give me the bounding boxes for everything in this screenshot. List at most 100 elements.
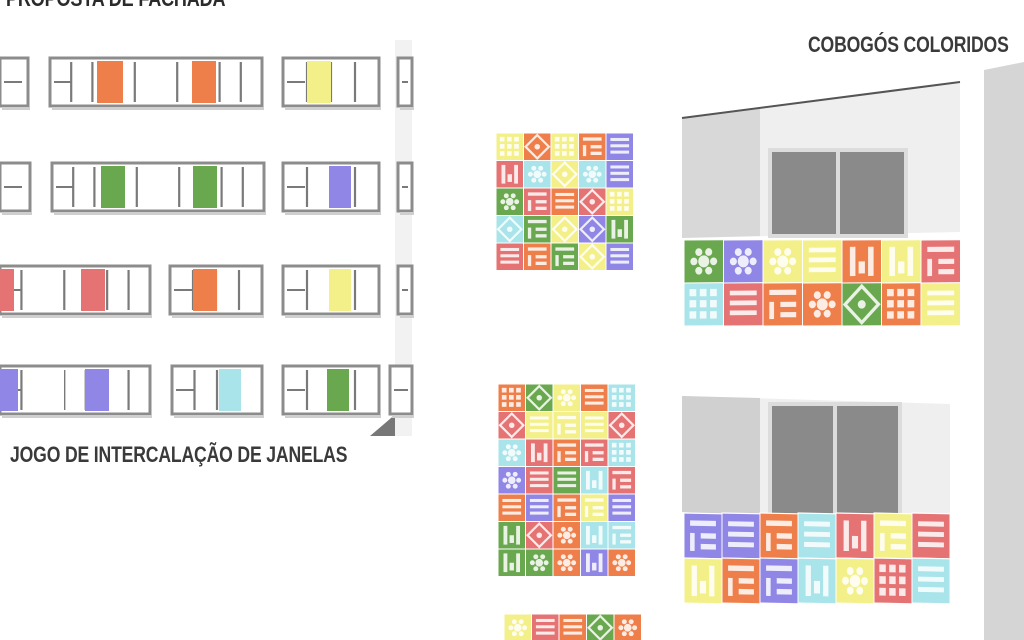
cobogo-tile-wrap bbox=[841, 239, 882, 284]
cobogo-hole bbox=[927, 300, 955, 306]
cobogo-hole bbox=[738, 578, 754, 584]
cobogo-hole bbox=[749, 257, 757, 266]
cobogo-tile bbox=[683, 282, 724, 327]
cobogo-hole bbox=[586, 553, 590, 573]
cobogo-hole bbox=[499, 144, 505, 149]
cobogo-hole bbox=[535, 618, 555, 622]
cobogo-tile bbox=[721, 512, 761, 560]
cobogo-hole bbox=[710, 300, 717, 308]
cobogo-hole bbox=[710, 257, 718, 266]
cobogo-hole bbox=[535, 261, 547, 265]
cobogo-tile bbox=[550, 215, 579, 244]
cobogo-hole bbox=[560, 554, 566, 560]
cobogo-hole bbox=[619, 422, 625, 428]
cobogo-hole bbox=[699, 288, 707, 297]
cobogo-hole bbox=[889, 588, 896, 596]
cobogo-hole bbox=[560, 389, 566, 395]
cobogo-hole bbox=[592, 457, 604, 461]
cobogo-hole bbox=[590, 145, 602, 149]
cobogo-hole bbox=[567, 526, 573, 532]
cobogo-hole bbox=[565, 506, 577, 510]
window-sill bbox=[392, 415, 414, 418]
cobogo-hole bbox=[918, 541, 944, 548]
window-row bbox=[0, 56, 414, 110]
cobogo-tile bbox=[607, 521, 636, 550]
cobogo-hole bbox=[567, 389, 573, 395]
cobogo-hole bbox=[738, 588, 754, 595]
window-sill bbox=[285, 315, 381, 318]
cobogo-tile bbox=[580, 521, 609, 550]
cobogo-hole bbox=[557, 484, 577, 488]
cobogo-hole bbox=[808, 257, 836, 263]
cobogo-hole bbox=[777, 255, 789, 268]
cobogo-tile bbox=[835, 512, 875, 560]
cobogo-hole bbox=[535, 255, 547, 259]
cobogo-hole bbox=[505, 456, 511, 462]
cobogo-hole bbox=[543, 560, 549, 566]
window-color-panel bbox=[40, 369, 64, 411]
cobogo-hole bbox=[507, 448, 516, 457]
cobogo-hole bbox=[563, 261, 575, 265]
cobogo-parapet-top bbox=[683, 239, 961, 327]
cobogo-tile bbox=[605, 160, 634, 189]
cobogo-hole bbox=[705, 266, 713, 275]
cobogo-hole bbox=[509, 395, 514, 400]
cobogo-hole bbox=[563, 625, 583, 629]
cobogo-tile bbox=[580, 548, 609, 577]
cobogo-tile bbox=[525, 411, 554, 440]
cobogo-hole bbox=[538, 165, 544, 171]
cobogo-hole bbox=[774, 266, 782, 275]
cobogo-hole bbox=[502, 450, 508, 456]
cobogo-tile bbox=[578, 242, 607, 271]
cobogo-hole bbox=[567, 401, 573, 407]
cobogo-hole bbox=[557, 560, 563, 566]
cobogo-hole bbox=[918, 531, 944, 538]
cobogo-hole bbox=[728, 521, 754, 527]
window-sill bbox=[52, 107, 264, 110]
cobogo-hole bbox=[500, 254, 520, 258]
cobogo-hole bbox=[569, 136, 574, 142]
cobogo-hole bbox=[868, 246, 874, 276]
cobogo-hole bbox=[557, 477, 577, 481]
cobogo-hole bbox=[501, 387, 507, 393]
cobogo-hole bbox=[500, 260, 520, 264]
cobogo-hole bbox=[535, 227, 547, 231]
cobogo-tile-wrap bbox=[723, 282, 764, 327]
cobogo-hole bbox=[505, 483, 511, 489]
cobogo-hole bbox=[828, 300, 836, 309]
cobogo-hole bbox=[563, 631, 583, 635]
cobogo-hole bbox=[622, 554, 628, 560]
cobogo-hole bbox=[503, 205, 509, 211]
cobogo-tile-wrap bbox=[683, 239, 724, 284]
cobogo-hole bbox=[536, 532, 542, 538]
cobogo-hole bbox=[610, 144, 630, 148]
side-wall bbox=[984, 62, 1024, 640]
cobogo-hole bbox=[554, 136, 560, 142]
cobogo-tile bbox=[607, 493, 636, 522]
cobogo-hole bbox=[535, 234, 547, 238]
cobogo-hole bbox=[514, 164, 518, 184]
cobogo-hole bbox=[529, 471, 549, 475]
cobogo-hole bbox=[584, 416, 604, 420]
cobogo-hole bbox=[557, 471, 577, 475]
cobogo-hole bbox=[890, 543, 906, 550]
cobogo-hole bbox=[516, 477, 522, 483]
cobogo-tile-wrap bbox=[920, 282, 961, 327]
cobogo-hole bbox=[533, 554, 539, 560]
cobogo-hole bbox=[527, 227, 532, 239]
cobogo-hole bbox=[563, 255, 575, 259]
cobogo-hole bbox=[560, 566, 566, 572]
cobogo-hole bbox=[555, 192, 575, 196]
cobogo-hole bbox=[766, 532, 771, 552]
cobogo-hole bbox=[500, 247, 520, 251]
cobogo-tile-wrap bbox=[723, 239, 764, 284]
cobogo-hole bbox=[887, 288, 894, 297]
window-sill bbox=[2, 315, 152, 318]
cobogo-hole bbox=[918, 521, 944, 527]
cobogo-hole bbox=[562, 171, 568, 177]
cobogo-tile bbox=[873, 512, 913, 560]
cobogo-hole bbox=[624, 206, 629, 211]
cobogo-hole bbox=[624, 191, 629, 197]
cobogo-tile bbox=[613, 613, 642, 640]
cobogo-tile bbox=[723, 282, 764, 327]
